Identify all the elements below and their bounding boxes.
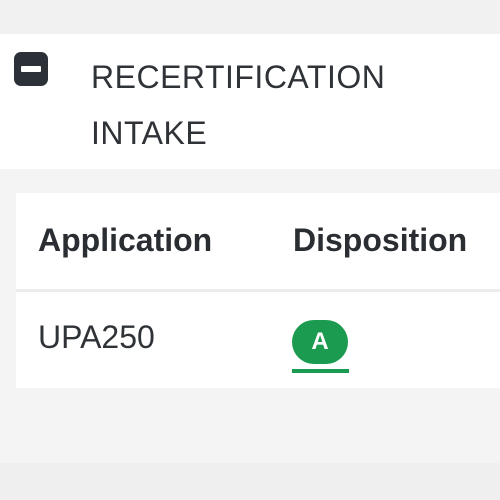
disposition-link[interactable]: A xyxy=(292,320,349,373)
section-title: RECERTIFICATION INTAKE xyxy=(91,59,386,151)
column-header-application[interactable]: Application xyxy=(38,222,212,259)
minus-square-icon xyxy=(21,66,41,72)
page: RECERTIFICATION INTAKE Application Dispo… xyxy=(0,0,500,500)
collapse-toggle-button[interactable] xyxy=(14,52,48,86)
table-header-row: Application Disposition xyxy=(16,193,500,292)
section-header: RECERTIFICATION INTAKE xyxy=(0,34,500,169)
application-cell: UPA250 xyxy=(38,319,155,355)
disposition-badge: A xyxy=(292,320,348,364)
bottom-band xyxy=(0,463,500,500)
table-row: UPA250 A xyxy=(16,292,500,388)
applications-table: Application Disposition UPA250 A xyxy=(16,193,500,388)
column-header-disposition[interactable]: Disposition xyxy=(293,222,467,259)
top-strip xyxy=(0,0,500,34)
link-underline xyxy=(292,369,349,373)
